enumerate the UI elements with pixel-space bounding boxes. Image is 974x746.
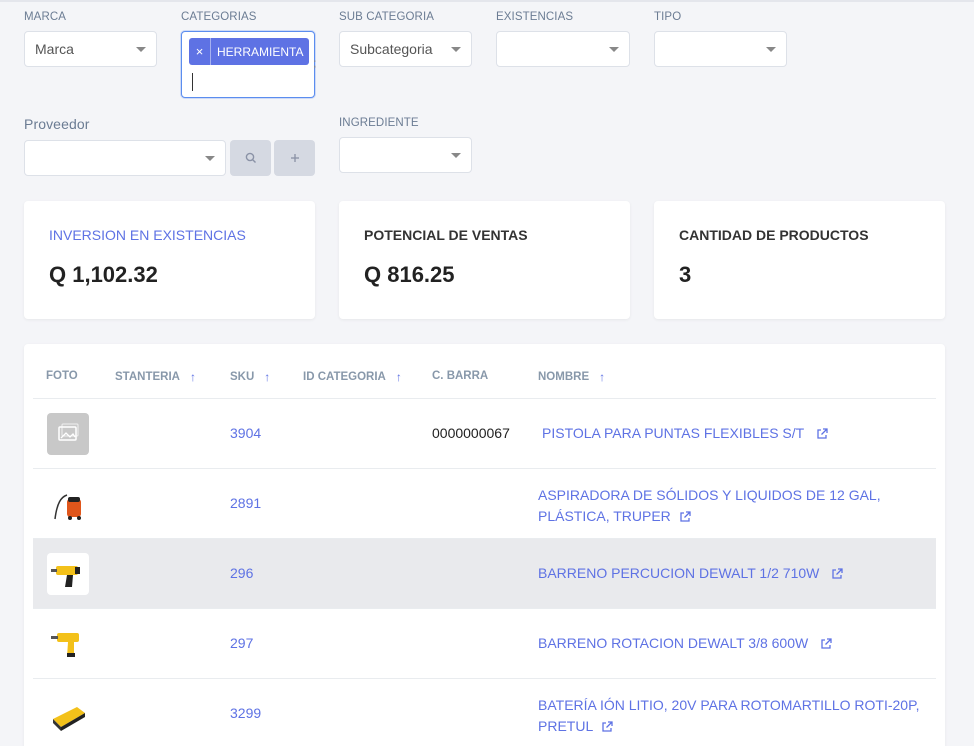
drill-image <box>47 553 89 595</box>
text-cursor <box>192 73 193 91</box>
category-tag-label: HERRAMIENTA <box>217 44 304 59</box>
sku-link[interactable]: 297 <box>230 635 253 651</box>
add-button[interactable] <box>274 140 315 176</box>
card-value: Q 816.25 <box>364 262 455 287</box>
external-link-icon[interactable] <box>820 638 832 650</box>
chevron-down-icon <box>451 47 461 52</box>
sku-link[interactable]: 296 <box>230 565 253 581</box>
product-name-link[interactable]: ASPIRADORA DE SÓLIDOS Y LIQUIDOS DE 12 G… <box>538 485 881 527</box>
header-sku[interactable]: SKU ↑ <box>230 370 270 384</box>
placeholder-image-icon <box>47 413 89 455</box>
tipo-label: TIPO <box>654 11 682 23</box>
product-name-link[interactable]: BARRENO PERCUCION DEWALT 1/2 710W <box>538 565 843 581</box>
products-table: FOTO STANTERIA ↑ SKU ↑ ID CATEGORIA ↑ C. BA… <box>24 344 945 746</box>
card-title: CANTIDAD DE PRODUCTOS <box>679 227 869 243</box>
external-link-icon[interactable] <box>831 568 843 580</box>
subcategoria-label: SUB CATEGORIA <box>339 11 435 23</box>
external-link-icon[interactable] <box>679 511 691 523</box>
table-row[interactable]: 297 BARRENO ROTACION DEWALT 3/8 600W <box>33 608 936 678</box>
chevron-down-icon <box>451 153 461 158</box>
marca-label: MARCA <box>24 11 67 23</box>
table-row[interactable]: 2891 ASPIRADORA DE SÓLIDOS Y LIQUIDOS DE… <box>33 468 936 538</box>
sku-link[interactable]: 2891 <box>230 495 261 511</box>
product-name-cont: PRETUL <box>538 718 594 734</box>
marca-select[interactable]: Marca <box>24 31 157 67</box>
product-name: BATERÍA IÓN LITIO, 20V PARA ROTOMARTILLO… <box>538 697 920 713</box>
ingrediente-select[interactable] <box>339 137 472 173</box>
external-link-icon[interactable] <box>601 721 613 733</box>
proveedor-label: Proveedor <box>24 116 90 132</box>
overflow-marker: ; <box>313 56 317 70</box>
table-row[interactable]: 3904 0000000067 PISTOLA PARA PUNTAS FLEX… <box>33 398 936 468</box>
search-icon <box>245 152 256 163</box>
cantidad-card: CANTIDAD DE PRODUCTOS 3 <box>654 201 945 319</box>
marca-placeholder: Marca <box>35 41 74 57</box>
sort-arrow-icon[interactable]: ↑ <box>396 370 402 384</box>
chevron-down-icon <box>609 47 619 52</box>
barcode-cell: 0000000067 <box>432 425 510 441</box>
top-divider <box>0 0 974 2</box>
categorias-multiselect[interactable]: × HERRAMIENTA ; <box>181 31 317 98</box>
product-name: ASPIRADORA DE SÓLIDOS Y LIQUIDOS DE 12 G… <box>538 487 881 503</box>
product-name-link[interactable]: BATERÍA IÓN LITIO, 20V PARA ROTOMARTILLO… <box>538 695 920 737</box>
chevron-down-icon <box>136 47 146 52</box>
product-name-link[interactable]: PISTOLA PARA PUNTAS FLEXIBLES S/T <box>542 425 828 441</box>
card-title: POTENCIAL DE VENTAS <box>364 227 528 243</box>
search-button[interactable] <box>230 140 271 176</box>
table-row[interactable]: 3299 BATERÍA IÓN LITIO, 20V PARA ROTOMAR… <box>33 678 936 746</box>
subcategoria-select[interactable]: Subcategoria <box>339 31 472 67</box>
card-value: Q 1,102.32 <box>49 262 158 287</box>
battery-image <box>47 695 89 737</box>
product-name-cont: PLÁSTICA, TRUPER <box>538 508 671 524</box>
plus-icon <box>290 154 299 162</box>
header-id-categoria[interactable]: ID CATEGORIA ↑ <box>303 370 402 384</box>
product-name: BARRENO PERCUCION DEWALT 1/2 710W <box>538 565 820 581</box>
existencias-select[interactable] <box>496 31 630 67</box>
inversion-card: INVERSION EN EXISTENCIAS Q 1,102.32 <box>24 201 315 319</box>
header-foto: FOTO <box>46 370 78 382</box>
sku-link[interactable]: 3904 <box>230 425 261 441</box>
card-title: INVERSION EN EXISTENCIAS <box>49 227 246 243</box>
chevron-down-icon <box>205 156 215 161</box>
ingrediente-label: INGREDIENTE <box>339 117 419 129</box>
card-value: 3 <box>679 262 692 287</box>
sort-arrow-icon[interactable]: ↑ <box>190 370 196 384</box>
product-name-link[interactable]: BARRENO ROTACION DEWALT 3/8 600W <box>538 635 832 651</box>
sku-link[interactable]: 3299 <box>230 705 261 721</box>
product-name: BARRENO ROTACION DEWALT 3/8 600W <box>538 635 809 651</box>
product-name: PISTOLA PARA PUNTAS FLEXIBLES S/T <box>542 425 804 441</box>
chevron-down-icon <box>766 47 776 52</box>
proveedor-select[interactable] <box>24 140 226 176</box>
category-tag: × HERRAMIENTA <box>189 38 310 65</box>
existencias-label: EXISTENCIAS <box>496 11 574 23</box>
vacuum-image <box>47 483 89 525</box>
external-link-icon[interactable] <box>816 428 828 440</box>
drill-image <box>47 623 89 665</box>
sort-arrow-icon[interactable]: ↑ <box>264 370 270 384</box>
subcategoria-placeholder: Subcategoria <box>350 41 433 57</box>
header-c-barra: C. BARRA <box>432 370 489 382</box>
tipo-select[interactable] <box>654 31 787 67</box>
header-stanteria[interactable]: STANTERIA ↑ <box>115 370 196 384</box>
categorias-label: CATEGORIAS <box>181 11 257 23</box>
table-row[interactable]: 296 BARRENO PERCUCION DEWALT 1/2 710W <box>33 538 936 608</box>
header-nombre[interactable]: NOMBRE ↑ <box>538 370 605 384</box>
sort-arrow-icon[interactable]: ↑ <box>599 370 605 384</box>
potencial-card: POTENCIAL DE VENTAS Q 816.25 <box>339 201 630 319</box>
remove-tag-button[interactable]: × <box>189 38 211 65</box>
